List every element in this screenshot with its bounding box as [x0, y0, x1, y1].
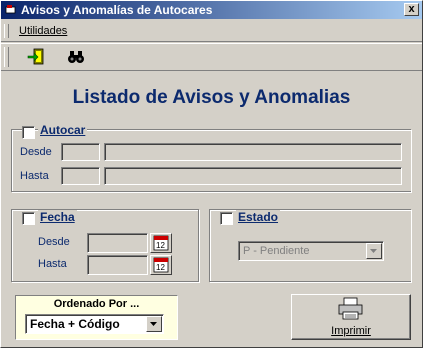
fecha-desde-label: Desde [38, 236, 70, 248]
exit-door-icon [27, 48, 44, 65]
estado-checkbox[interactable] [220, 212, 233, 225]
calendar-icon: 12 [153, 235, 169, 251]
toolbar-grip[interactable] [4, 47, 9, 67]
fecha-hasta-field[interactable] [87, 255, 148, 275]
autocar-hasta-label: Hasta [20, 170, 49, 182]
estado-group: Estado P - Pendiente [209, 209, 411, 282]
autocar-desde-name-field[interactable] [104, 143, 402, 161]
imprimir-button[interactable]: Imprimir [291, 294, 411, 340]
order-title: Ordenado Por ... [53, 298, 140, 310]
autocar-hasta-name-field[interactable] [104, 167, 402, 185]
svg-text:12: 12 [156, 263, 165, 272]
autocar-group: Autocar Desde Hasta [11, 123, 411, 192]
title-bar[interactable]: Avisos y Anomalías de Autocares x [1, 1, 422, 19]
fecha-checkbox[interactable] [22, 212, 35, 225]
autocar-label[interactable]: Autocar [38, 123, 88, 137]
order-box: Ordenado Por ... Fecha + Código [15, 295, 178, 340]
printer-icon [338, 297, 363, 320]
dropdown-button[interactable] [146, 316, 162, 332]
dropdown-button[interactable] [366, 243, 382, 259]
autocar-hasta-code-field[interactable] [61, 167, 100, 185]
estado-select[interactable]: P - Pendiente [238, 241, 384, 261]
exit-button[interactable] [25, 47, 47, 67]
chevron-down-icon [370, 249, 377, 253]
menu-grip[interactable] [4, 24, 9, 38]
calendar-icon: 12 [153, 257, 169, 273]
window-title: Avisos y Anomalías de Autocares [21, 3, 213, 17]
window: Avisos y Anomalías de Autocares x Utilid… [0, 0, 423, 348]
menu-utilidades[interactable]: Utilidades [19, 25, 67, 37]
estado-select-value: P - Pendiente [243, 245, 310, 257]
imprimir-label: Imprimir [331, 325, 371, 337]
fecha-label[interactable]: Fecha [38, 210, 77, 224]
toolbar [1, 43, 422, 71]
fecha-hasta-calendar-button[interactable]: 12 [150, 255, 172, 275]
binoculars-icon [68, 51, 84, 63]
estado-label[interactable]: Estado [236, 210, 281, 224]
fecha-desde-calendar-button[interactable]: 12 [150, 233, 172, 253]
menu-bar: Utilidades [1, 21, 422, 42]
svg-text:12: 12 [156, 241, 165, 250]
fecha-group: Fecha Desde 12 Hasta 12 [11, 209, 199, 282]
order-select[interactable]: Fecha + Código [25, 314, 164, 334]
close-button[interactable]: x [404, 3, 419, 16]
autocar-desde-code-field[interactable] [61, 143, 100, 161]
search-button[interactable] [65, 47, 87, 67]
autocar-checkbox[interactable] [22, 126, 35, 139]
chevron-down-icon [150, 322, 157, 326]
fecha-hasta-label: Hasta [38, 258, 67, 270]
order-select-value: Fecha + Código [30, 317, 120, 331]
autocar-desde-label: Desde [20, 146, 52, 158]
fecha-desde-field[interactable] [87, 233, 148, 253]
app-icon [5, 5, 16, 14]
page-title: Listado de Avisos y Anomalias [72, 87, 351, 108]
